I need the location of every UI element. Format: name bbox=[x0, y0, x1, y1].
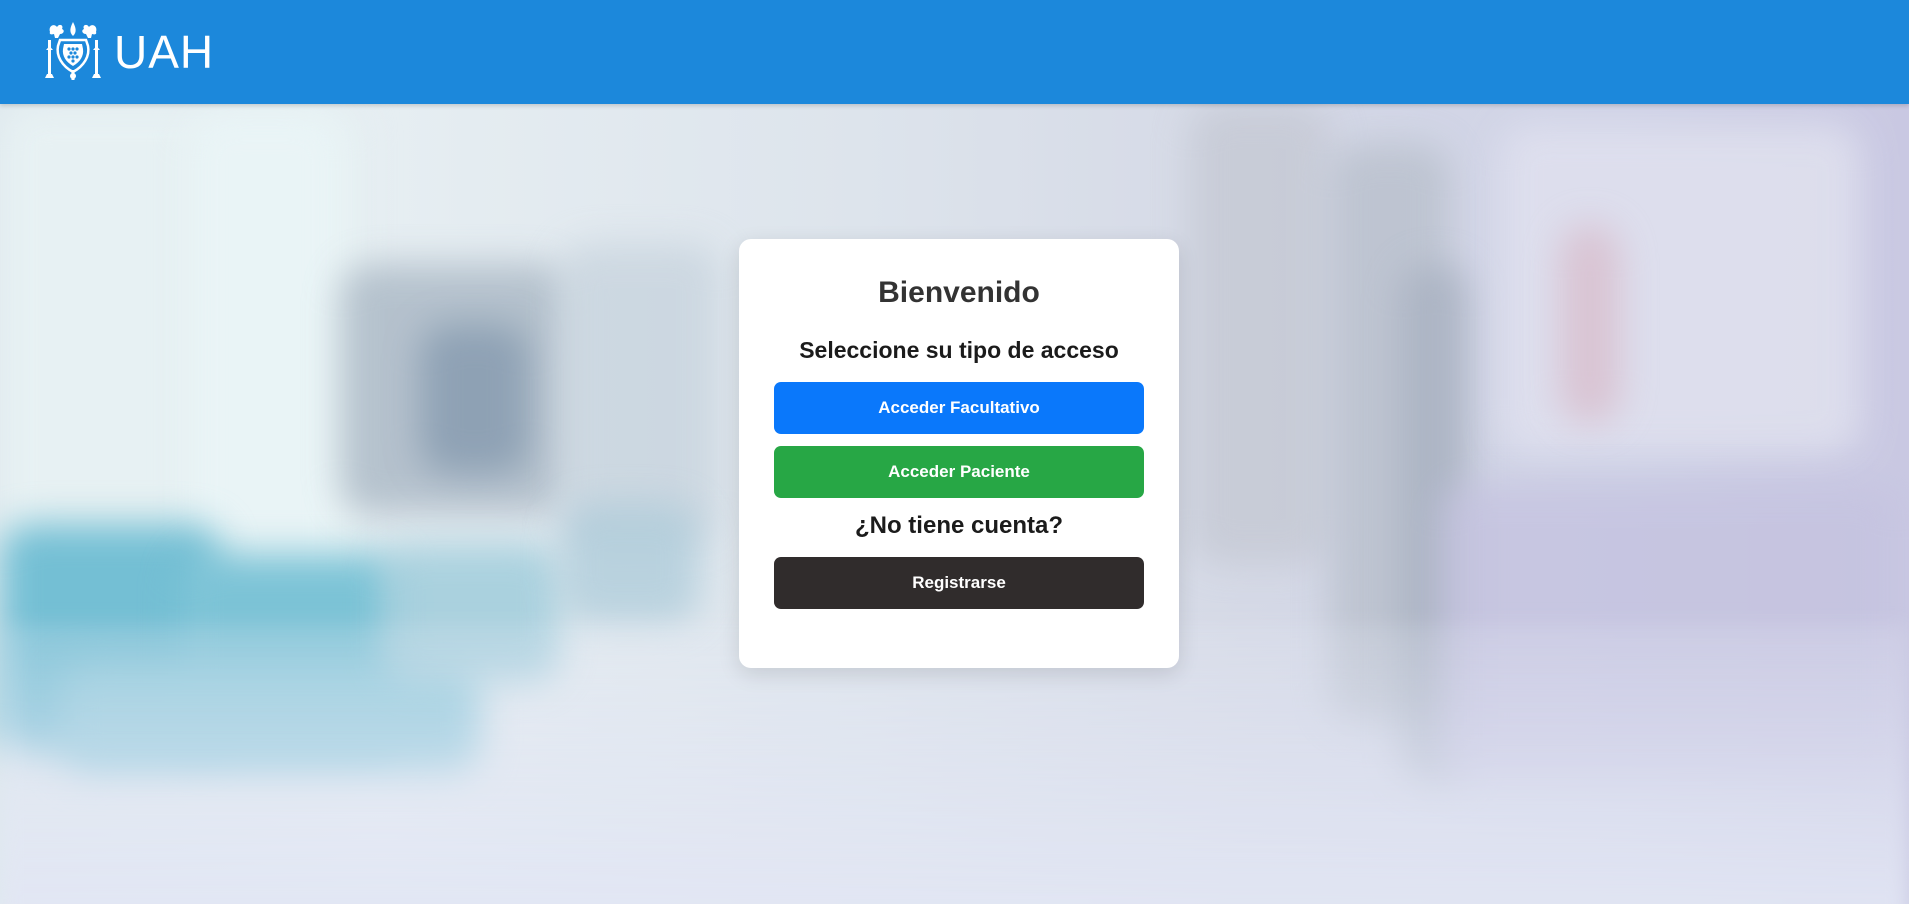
uah-crest-icon bbox=[45, 22, 101, 80]
acceder-paciente-button[interactable]: Acceder Paciente bbox=[774, 446, 1144, 498]
page-title: Bienvenido bbox=[878, 276, 1040, 309]
top-navbar: UAH bbox=[0, 0, 1909, 104]
page: UAH Bienvenido Seleccione su tipo de acc… bbox=[0, 0, 1909, 904]
access-type-heading: Seleccione su tipo de acceso bbox=[799, 337, 1119, 363]
brand-name: UAH bbox=[114, 26, 215, 78]
brand-link[interactable]: UAH bbox=[42, 20, 214, 84]
no-account-heading: ¿No tiene cuenta? bbox=[854, 512, 1064, 539]
register-button[interactable]: Registrarse bbox=[774, 557, 1144, 609]
access-card: Bienvenido Seleccione su tipo de acceso … bbox=[739, 239, 1179, 668]
acceder-facultativo-button[interactable]: Acceder Facultativo bbox=[774, 382, 1144, 434]
